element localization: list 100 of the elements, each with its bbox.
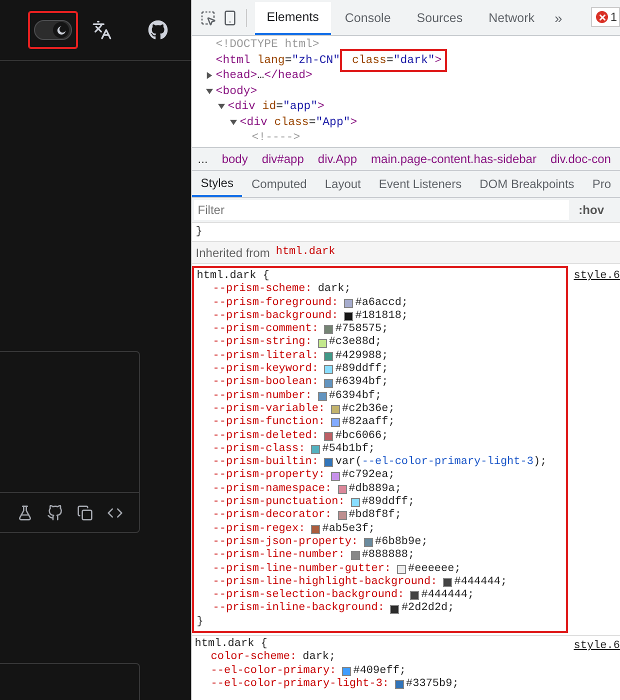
property-name: --prism-builtin: [212,456,318,469]
inherited-label: Inherited from [196,244,270,262]
styles-tab[interactable]: Computed [242,171,316,197]
property-name: --prism-scheme: [212,283,312,297]
breadcrumb-item[interactable]: div.App [318,150,358,168]
translate-icon[interactable] [92,20,112,40]
devtools-tab[interactable]: Sources [404,2,475,35]
property-name: --prism-foreground: [212,296,338,310]
color-swatch[interactable] [350,498,360,508]
property-name: --prism-decorator: [212,509,332,523]
rule-selector: html.dark { [196,270,270,283]
color-swatch[interactable] [331,418,340,428]
breadcrumb-item[interactable]: body [222,150,248,168]
color-swatch[interactable] [397,564,406,574]
breadcrumb-item[interactable]: main.page-content.has-sidebar [371,150,536,168]
color-swatch[interactable] [311,524,320,534]
breadcrumb-item[interactable]: div.doc-con [550,150,611,168]
color-swatch[interactable] [410,591,420,600]
color-swatch[interactable] [324,365,334,374]
code-token: = [308,116,316,129]
source-link[interactable]: style.6 [572,640,620,654]
property-name: --prism-selection-background: [212,589,404,602]
code-token: "dark" [393,54,435,67]
property-value: #429988; [335,350,388,363]
code-token: <body> [216,84,258,98]
color-swatch[interactable] [324,325,334,334]
source-link[interactable]: style.6 [572,270,620,284]
color-swatch[interactable] [324,432,334,441]
code-token: … [257,69,264,82]
property-value: #444444; [421,589,474,602]
theme-switch[interactable] [34,20,72,40]
color-swatch[interactable] [324,458,334,468]
styles-tab[interactable]: Pro [583,171,620,197]
color-swatch[interactable] [364,538,374,548]
color-swatch[interactable] [350,551,360,560]
color-swatch[interactable] [324,352,334,361]
property-name: --prism-class: [212,442,306,456]
property-name: color-scheme: [210,651,297,665]
expanded-triangle-icon[interactable] [218,103,228,110]
styles-tab[interactable]: Event Listeners [370,171,471,197]
code-token: class [350,54,386,67]
property-name: --prism-line-highlight-background: [212,576,438,589]
devtools-tab[interactable]: Elements [254,2,331,35]
property-value: #2d2d2d; [401,602,454,616]
code-token: <div [228,100,256,114]
property-value: #181818; [355,310,408,324]
property-name: --el-color-primary: [210,664,336,678]
code-token: = [386,54,394,67]
property-name: --prism-regex: [212,522,306,536]
property-name: --prism-json-property: [212,536,358,549]
device-toolbar-icon[interactable] [222,10,238,26]
property-value: #bc6066; [335,430,388,443]
color-swatch[interactable] [324,378,334,388]
color-swatch[interactable] [318,392,327,401]
property-value: #eeeeee; [408,562,461,576]
color-swatch[interactable] [390,604,400,614]
property-value: #888888; [362,549,415,563]
color-swatch[interactable] [344,298,354,308]
expanded-triangle-icon[interactable] [206,88,216,95]
closing-brace: } [196,224,202,240]
color-swatch[interactable] [395,680,404,690]
property-value: #444444; [454,576,508,590]
property-name: --prism-string: [212,336,312,350]
color-swatch[interactable] [311,445,320,454]
code-token: "App" [316,116,350,129]
color-swatch[interactable] [344,312,354,322]
breadcrumb-item[interactable]: div#app [262,150,304,168]
copy-icon[interactable] [77,504,93,520]
color-swatch[interactable] [331,472,340,481]
filter-field[interactable]: Filter [194,200,569,220]
color-swatch[interactable] [338,484,347,494]
color-swatch[interactable] [331,405,340,414]
expanded-triangle-icon[interactable] [230,118,240,126]
color-swatch[interactable] [318,338,327,348]
property-value: dark; [318,283,351,297]
devtools-tab[interactable]: Network [476,2,546,35]
hover-state-toggle[interactable]: :hov [574,201,618,219]
inherited-selector[interactable]: html.dark [276,244,336,261]
github-icon[interactable] [47,504,63,520]
more-tabs-button[interactable]: » [548,2,568,35]
color-swatch[interactable] [342,666,352,676]
property-value: #758575; [335,323,388,336]
color-swatch[interactable] [338,511,347,520]
property-value: #3375b9; [406,678,459,692]
property-name: --prism-number: [212,390,312,403]
code-token: class [273,116,309,129]
flask-icon[interactable] [17,504,33,520]
color-swatch[interactable] [443,578,452,587]
styles-tab[interactable]: Layout [316,171,370,197]
property-value: #89ddff; [362,496,415,509]
inspect-icon[interactable] [200,10,216,26]
error-badge[interactable]: 1 [591,7,620,27]
breadcrumb-item[interactable]: ... [198,150,208,168]
devtools-tab[interactable]: Console [332,2,403,35]
github-icon[interactable] [148,20,168,40]
property-name: --prism-boolean: [212,376,318,390]
property-name: --el-color-primary-light-3: [210,678,390,692]
code-token: <!----> [252,131,300,144]
styles-tab[interactable]: DOM Breakpoints [470,171,584,197]
property-name: --prism-namespace: [212,482,332,496]
